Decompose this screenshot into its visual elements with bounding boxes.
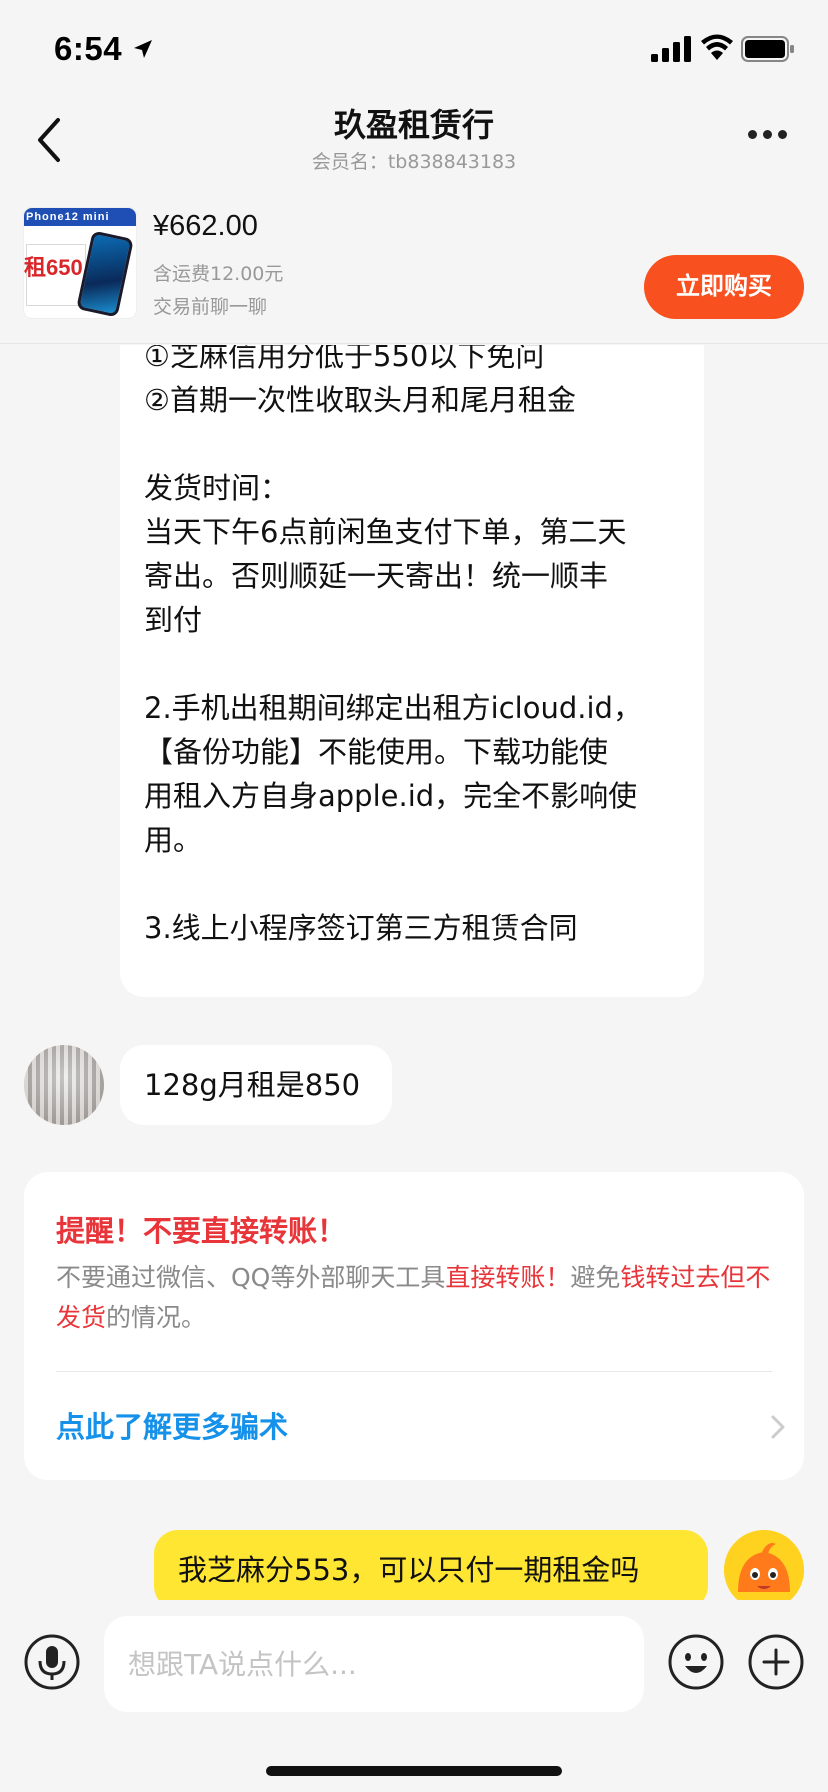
message-line: 用租入方自身apple.id，完全不影响使	[144, 779, 638, 813]
buy-now-button[interactable]: 立即购买	[644, 255, 804, 319]
message-line: 3.线上小程序签订第三方租赁合同	[144, 911, 578, 945]
thumbnail-rent-label: 租650	[24, 255, 83, 280]
warning-highlight: 直接转账！	[445, 1263, 571, 1292]
home-indicator[interactable]	[266, 1766, 562, 1776]
divider	[56, 1371, 772, 1372]
wifi-icon	[701, 34, 733, 60]
message-line: 当天下午6点前闲鱼支付下单，第二天	[144, 515, 627, 549]
more-dot-icon	[763, 130, 772, 139]
status-bar: 6:54	[0, 0, 828, 100]
chat-area[interactable]: 1. ①芝麻信用分低于550以下免问 ②首期一次性收取头月和尾月租金 发货时间：…	[0, 345, 828, 1600]
product-price: ¥662.00	[153, 210, 258, 242]
message-input[interactable]	[104, 1616, 644, 1712]
outgoing-message-bubble[interactable]: 我芝麻分553，可以只付一期租金吗	[154, 1530, 708, 1600]
thumbnail-model-label: Phone12 mini	[24, 208, 136, 226]
more-dot-icon	[748, 130, 757, 139]
seller-avatar[interactable]	[24, 1045, 104, 1125]
message-line: 【备份功能】不能使用。下载功能使	[144, 735, 609, 769]
warning-body: 不要通过微信、QQ等外部聊天工具直接转账！避免钱转过去但不发货的情况。	[56, 1258, 788, 1338]
message-line: 寄出。否则顺延一天寄出！统一顺丰	[144, 559, 609, 593]
message-line: 2.手机出租期间绑定出租方icloud.id，	[144, 691, 642, 725]
message-line: 发货时间：	[144, 471, 290, 505]
more-options-button[interactable]	[748, 124, 802, 158]
voice-input-button[interactable]	[24, 1634, 80, 1690]
warning-title: 提醒！不要直接转账！	[56, 1214, 347, 1248]
chat-hint: 交易前聊一聊	[153, 296, 268, 318]
cellular-signal-icon	[651, 36, 691, 62]
more-dot-icon	[778, 130, 787, 139]
location-arrow-icon	[134, 40, 152, 58]
emoji-button[interactable]	[668, 1634, 724, 1690]
incoming-message-bubble[interactable]: 128g月租是850	[120, 1045, 392, 1125]
scam-warning-card: 提醒！不要直接转账！ 不要通过微信、QQ等外部聊天工具直接转账！避免钱转过去但不…	[24, 1172, 804, 1480]
chevron-right-icon[interactable]	[768, 1412, 788, 1442]
message-line: ①芝麻信用分低于550以下免问	[144, 345, 545, 373]
user-avatar[interactable]	[724, 1530, 804, 1600]
battery-icon	[741, 36, 794, 62]
message-line: ②首期一次性收取头月和尾月租金	[144, 383, 576, 417]
warning-text: 的情况。	[106, 1303, 207, 1332]
incoming-message-bubble[interactable]: 1. ①芝麻信用分低于550以下免问 ②首期一次性收取头月和尾月租金 发货时间：…	[120, 345, 704, 997]
product-thumbnail[interactable]: Phone12 mini 租650	[24, 208, 136, 318]
member-name: 会员名：tb838843183	[311, 151, 517, 173]
learn-more-scams-link[interactable]: 点此了解更多骗术	[56, 1404, 288, 1446]
warning-text: 不要通过微信、QQ等外部聊天工具	[56, 1263, 446, 1292]
shipping-fee: 含运费12.00元	[153, 263, 284, 285]
input-bar	[0, 1600, 828, 1792]
mascot-avatar-icon	[724, 1530, 804, 1600]
message-line: 用。	[144, 823, 203, 857]
add-attachment-button[interactable]	[748, 1634, 804, 1690]
chat-title: 玖盈租赁行	[333, 106, 494, 144]
status-time: 6:54	[54, 30, 123, 67]
message-line: 到付	[144, 603, 203, 637]
warning-text: 避免	[570, 1263, 621, 1292]
